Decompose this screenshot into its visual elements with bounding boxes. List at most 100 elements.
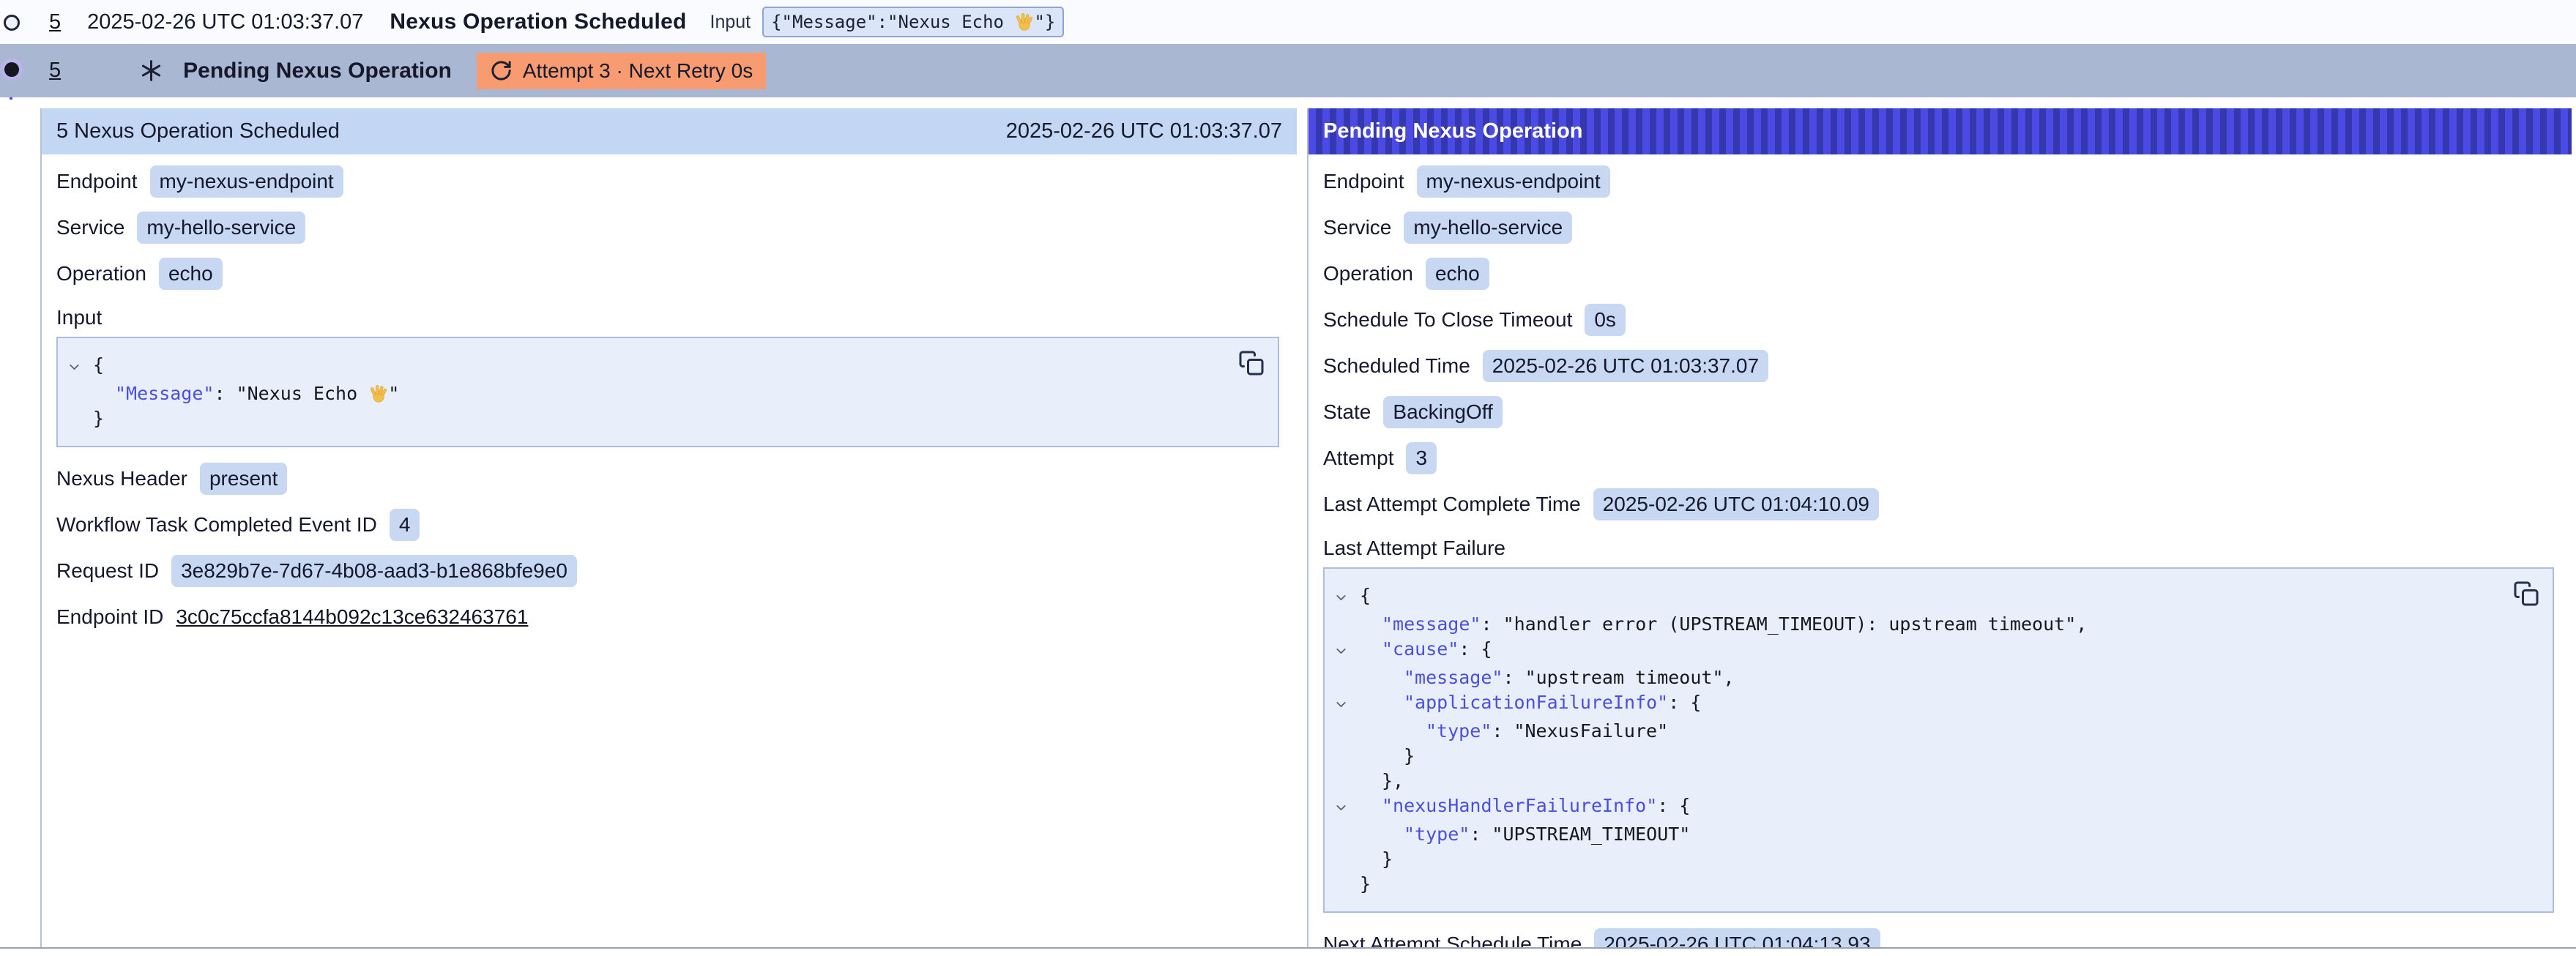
field-row-schedule-to-close-timeout: Schedule To Close Timeout0s (1323, 303, 2572, 337)
field-label-nexus-header: Nexus Header (56, 467, 187, 490)
event-history-row[interactable]: 5 2025-02-26 UTC 01:03:37.07 Nexus Opera… (0, 0, 2576, 44)
field-label-scheduled-time: Scheduled Time (1323, 354, 1470, 378)
json-token: "nexusHandlerFailureInfo" (1382, 795, 1657, 816)
field-row-endpoint: Endpointmy-nexus-endpoint (56, 165, 1297, 198)
field-row-nexus-header: Nexus Header present (56, 462, 1297, 496)
json-line: }, (1333, 769, 2501, 793)
json-line-content: } (1360, 872, 1371, 897)
collapse-chevron-icon[interactable] (1333, 583, 1360, 612)
field-label-state: State (1323, 400, 1371, 424)
field-value-badge-last-attempt-complete-time: 2025-02-26 UTC 01:04:10.09 (1593, 488, 1879, 520)
json-line-content: } (93, 406, 104, 431)
field-row-last-attempt-complete-time: Last Attempt Complete Time 2025-02-26 UTC… (1323, 488, 2572, 521)
collapse-chevron-icon[interactable] (67, 353, 93, 381)
collapse-chevron-icon[interactable] (1333, 690, 1360, 719)
json-line-content: "message": "upstream timeout", (1360, 665, 1735, 690)
pending-row-title: Pending Nexus Operation (183, 59, 452, 83)
json-line-content: "applicationFailureInfo": { (1360, 690, 1701, 715)
event-input-chip-close: "} (1034, 12, 1055, 32)
collapse-chevron-icon[interactable] (1333, 637, 1360, 665)
json-line: "message": "upstream timeout", (1333, 665, 2501, 690)
json-token: , (2076, 613, 2087, 635)
pending-operation-header: Pending Nexus Operation (1309, 108, 2572, 154)
field-value-badge-service: my-hello-service (1404, 212, 1572, 244)
json-token: "upstream timeout" (1525, 667, 1724, 688)
json-token: { (1690, 692, 1701, 713)
pending-operation-row[interactable]: 5 Pending Nexus Operation Attempt 3 · Ne… (0, 44, 2576, 97)
collapse-chevron-icon[interactable] (1333, 793, 1360, 822)
json-token: } (1404, 745, 1415, 766)
field-label-request-id: Request ID (56, 559, 159, 583)
field-label-attempt: Attempt (1323, 447, 1393, 470)
json-line-content: "nexusHandlerFailureInfo": { (1360, 793, 1690, 818)
json-line: "applicationFailureInfo": { (1333, 690, 2501, 719)
field-row-state: State BackingOff (1323, 395, 2572, 429)
json-line: { (67, 353, 1226, 381)
json-line-content: }, (1360, 769, 1404, 793)
json-line: "nexusHandlerFailureInfo": { (1333, 793, 2501, 822)
pending-operation-title: Pending Nexus Operation (1323, 119, 1583, 143)
field-value-badge-nexus-header: present (200, 463, 287, 495)
code-gutter (1333, 769, 1360, 772)
pending-asterisk-icon (140, 59, 163, 82)
field-row-workflow-task-completed-event-id: Workflow Task Completed Event ID4 (56, 508, 1297, 542)
json-token: } (93, 408, 104, 429)
json-token: " (388, 383, 399, 404)
field-row-service: Service my-hello-service (1323, 211, 2572, 244)
json-token: : (214, 383, 236, 404)
field-label-last-attempt-complete-time: Last Attempt Complete Time (1323, 493, 1581, 516)
row-bottom-border (0, 947, 2576, 949)
field-row-operation: Operationecho (56, 257, 1297, 291)
json-token: : (1459, 638, 1481, 660)
field-label-service: Service (1323, 216, 1391, 239)
json-token: } (1382, 848, 1393, 870)
event-timestamp: 2025-02-26 UTC 01:03:37.07 (87, 10, 363, 34)
json-token: } (1360, 873, 1371, 895)
copy-icon[interactable] (1237, 348, 1266, 378)
pending-event-id-link[interactable]: 5 (49, 59, 61, 83)
field-label-last-attempt-failure: Last Attempt Failure (1323, 537, 1505, 560)
field-label-endpoint: Endpoint (56, 170, 138, 193)
json-token: "UPSTREAM_TIMEOUT" (1492, 824, 1690, 845)
field-value-badge-operation: echo (1426, 258, 1489, 290)
json-token: : (1492, 720, 1514, 742)
json-token: "Message" (115, 383, 214, 404)
timeline-node-open-icon (4, 15, 20, 31)
json-token: "cause" (1382, 638, 1459, 660)
json-token: : (1668, 692, 1690, 713)
json-line: { (1333, 583, 2501, 612)
field-row-last-attempt-failure: Last Attempt Failure (1323, 534, 2572, 563)
field-row-endpoint: Endpointmy-nexus-endpoint (1323, 165, 2572, 198)
timeline-node-selected-icon (4, 62, 19, 77)
event-detail-header: 5 Nexus Operation Scheduled 2025-02-26 U… (42, 108, 1297, 154)
json-token: "Nexus Echo (237, 383, 369, 404)
field-row-scheduled-time: Scheduled Time2025-02-26 UTC 01:03:37.07 (1323, 349, 2572, 383)
wave-emoji-icon (1014, 12, 1034, 32)
field-row-service: Servicemy-hello-service (56, 211, 1297, 244)
json-token: { (93, 354, 104, 376)
json-line: } (67, 406, 1226, 431)
event-id-link[interactable]: 5 (49, 10, 61, 34)
field-row-next-attempt-schedule-time: Next Attempt Schedule Time2025-02-26 UTC… (1323, 927, 2572, 947)
field-label-next-attempt-schedule-time: Next Attempt Schedule Time (1323, 933, 1582, 947)
field-label-schedule-to-close-timeout: Schedule To Close Timeout (1323, 308, 1572, 332)
json-line: "type": "UPSTREAM_TIMEOUT" (1333, 822, 2501, 847)
json-token: : (1481, 613, 1503, 635)
field-value-link-endpoint-id[interactable]: 3c0c75ccfa8144b092c13ce632463761 (176, 605, 528, 629)
json-token: : (1470, 824, 1492, 845)
field-value-badge-state: BackingOff (1383, 396, 1502, 428)
json-token: }, (1382, 770, 1404, 791)
copy-icon[interactable] (2512, 579, 2541, 608)
field-value-badge-endpoint: my-nexus-endpoint (1417, 165, 1610, 198)
json-line: "Message": "Nexus Echo " (67, 381, 1226, 406)
field-row-attempt: Attempt3 (1323, 441, 2572, 475)
code-gutter (1333, 612, 1360, 616)
code-gutter (1333, 822, 1360, 826)
json-token: "message" (1404, 667, 1503, 688)
field-row-operation: Operationecho (1323, 257, 2572, 291)
field-value-badge-service: my-hello-service (137, 212, 305, 244)
json-line-content: "message": "handler error (UPSTREAM_TIME… (1360, 612, 2087, 637)
event-detail-title: 5 Nexus Operation Scheduled (56, 119, 340, 143)
event-input-label: Input (710, 12, 751, 33)
json-code-block: { "Message": "Nexus Echo "} (56, 337, 1279, 447)
